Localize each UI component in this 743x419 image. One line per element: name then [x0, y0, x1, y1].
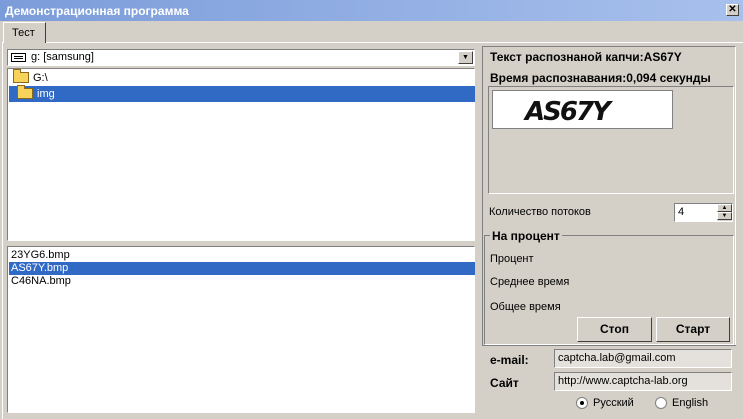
stop-button[interactable]: Стоп — [577, 317, 652, 342]
file-item[interactable]: AS67Y.bmp — [9, 262, 475, 275]
site-field[interactable]: http://www.captcha-lab.org — [554, 372, 732, 391]
open-folder-icon — [17, 85, 33, 99]
open-folder-icon — [13, 69, 29, 83]
tab-label: Тест — [12, 27, 35, 39]
avg-time-label: Среднее время — [490, 276, 570, 288]
directory-item[interactable]: G:\ — [9, 69, 475, 86]
file-list[interactable]: 23YG6.bmp AS67Y.bmp C46NA.bmp — [7, 246, 475, 413]
chevron-down-icon[interactable]: ▼ — [458, 51, 473, 64]
site-label: Сайт — [490, 376, 519, 390]
percent-label: Процент — [490, 253, 534, 265]
close-icon: ✕ — [728, 4, 737, 15]
directory-label: G:\ — [33, 72, 48, 84]
directory-list[interactable]: G:\ img — [7, 68, 475, 241]
progress-group-title: На процент — [490, 229, 562, 243]
window-title: Демонстрационная программа — [5, 4, 189, 18]
email-label: e-mail: — [490, 353, 529, 367]
radio-russian[interactable] — [576, 397, 588, 409]
radio-english[interactable] — [655, 397, 667, 409]
close-button[interactable]: ✕ — [726, 4, 739, 16]
threads-label: Количество потоков — [489, 206, 591, 218]
directory-label: img — [37, 88, 55, 100]
email-field[interactable]: captcha.lab@gmail.com — [554, 349, 732, 368]
recognition-time: Время распознавания:0,094 секунды — [490, 71, 711, 85]
recognized-text: Текст распознаной капчи:AS67Y — [490, 50, 682, 64]
tab-test[interactable]: Тест — [3, 22, 46, 43]
captcha-image-frame: AS67Y — [488, 86, 734, 194]
captcha-image-text: AS67Y — [523, 97, 614, 127]
start-button[interactable]: Старт — [656, 317, 730, 342]
radio-russian-label: Русский — [593, 397, 634, 409]
drive-icon — [11, 53, 26, 62]
threads-value: 4 — [678, 206, 685, 218]
window-titlebar: Демонстрационная программа ✕ — [0, 0, 743, 21]
threads-spinner[interactable]: 4 ▲ ▼ — [674, 203, 733, 222]
drive-select[interactable]: g: [samsung] ▼ — [7, 49, 475, 66]
file-item[interactable]: C46NA.bmp — [9, 275, 475, 288]
drive-select-value: g: [samsung] — [31, 51, 94, 63]
radio-english-label: English — [672, 397, 709, 409]
captcha-image: AS67Y — [492, 90, 673, 129]
spin-down-button[interactable]: ▼ — [717, 212, 732, 220]
directory-item[interactable]: img — [9, 85, 475, 102]
file-item[interactable]: 23YG6.bmp — [9, 249, 475, 262]
total-time-label: Общее время — [490, 301, 561, 313]
spin-up-button[interactable]: ▲ — [717, 204, 732, 212]
